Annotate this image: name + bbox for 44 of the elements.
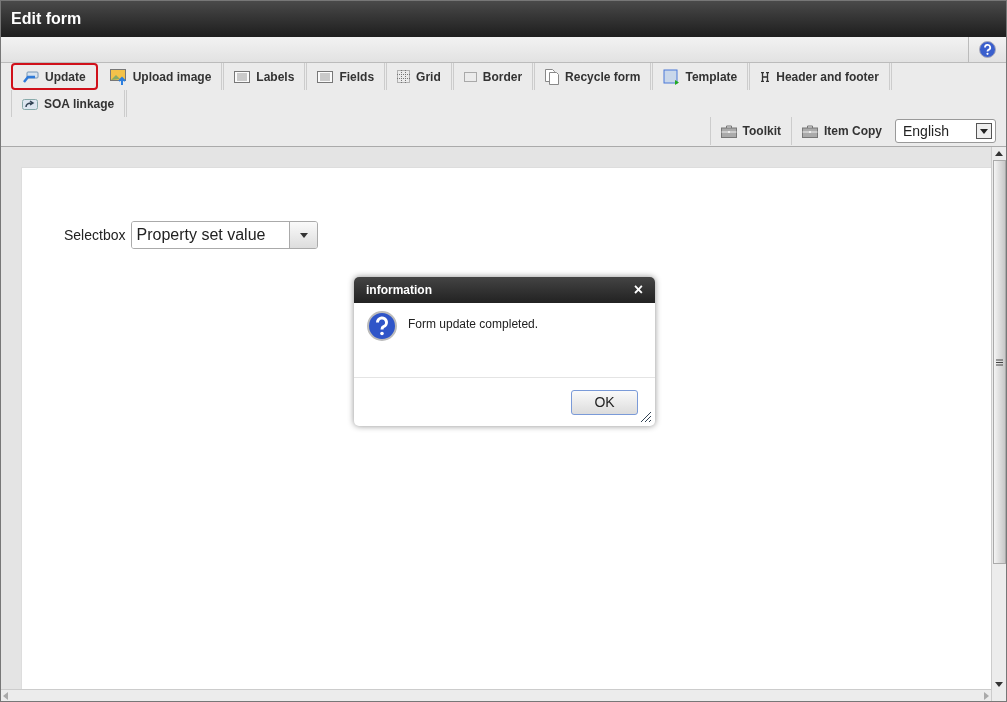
toolbox-icon xyxy=(802,124,818,138)
vertical-scrollbar[interactable] xyxy=(991,147,1006,701)
toolbar-button[interactable]: Template xyxy=(653,63,751,90)
window-title: Edit form xyxy=(11,9,82,29)
scroll-left-icon[interactable] xyxy=(3,691,8,700)
field-label: Selectbox xyxy=(64,225,126,245)
toolbar-button[interactable]: Recycle form xyxy=(535,63,654,90)
resize-grip-icon[interactable] xyxy=(640,411,651,422)
horizontal-scrollbar[interactable] xyxy=(1,689,991,701)
toolbar-button[interactable]: Update xyxy=(11,63,98,90)
template-icon xyxy=(663,68,680,85)
scrollbar-thumb[interactable] xyxy=(992,160,1006,564)
scroll-down-icon[interactable] xyxy=(995,682,1003,687)
pages-icon xyxy=(545,68,560,85)
scroll-right-icon[interactable] xyxy=(984,691,989,700)
scroll-up-icon[interactable] xyxy=(995,151,1003,156)
toolbar-button[interactable]: Border xyxy=(453,63,536,90)
caret-icon xyxy=(980,128,988,134)
question-icon xyxy=(367,311,397,341)
toolbar-button[interactable]: Item Copy xyxy=(791,117,892,145)
grip-icon xyxy=(995,358,1003,366)
caret-icon xyxy=(300,232,308,238)
toolbar-button[interactable]: Toolkit xyxy=(709,117,791,145)
dialog-message: Form update completed. xyxy=(408,316,539,333)
ok-button[interactable]: OK xyxy=(571,389,638,415)
list-icon xyxy=(317,70,334,83)
toolbar-button[interactable]: Header and footer xyxy=(750,63,892,90)
dotted-box-icon xyxy=(463,71,477,82)
toolbar-button[interactable]: SOA linkage xyxy=(11,90,128,117)
image-upload-icon xyxy=(109,68,127,85)
language-select[interactable]: English xyxy=(895,119,996,143)
list-icon xyxy=(234,70,251,83)
close-button[interactable]: × xyxy=(633,282,643,298)
grid-icon xyxy=(397,70,411,83)
toolbar-button[interactable]: Labels xyxy=(224,63,308,90)
help-icon[interactable] xyxy=(979,41,996,58)
arrow-icon xyxy=(23,70,39,83)
toolbar-button[interactable]: Grid xyxy=(387,63,454,90)
toolbar-button[interactable]: Upload image xyxy=(99,63,225,90)
toolbox-icon xyxy=(720,124,737,138)
dialog-title: information xyxy=(366,282,432,299)
select-field[interactable]: Property set value xyxy=(131,221,319,249)
toolbar-button[interactable]: Fields xyxy=(307,63,388,90)
heading-icon xyxy=(760,71,771,82)
